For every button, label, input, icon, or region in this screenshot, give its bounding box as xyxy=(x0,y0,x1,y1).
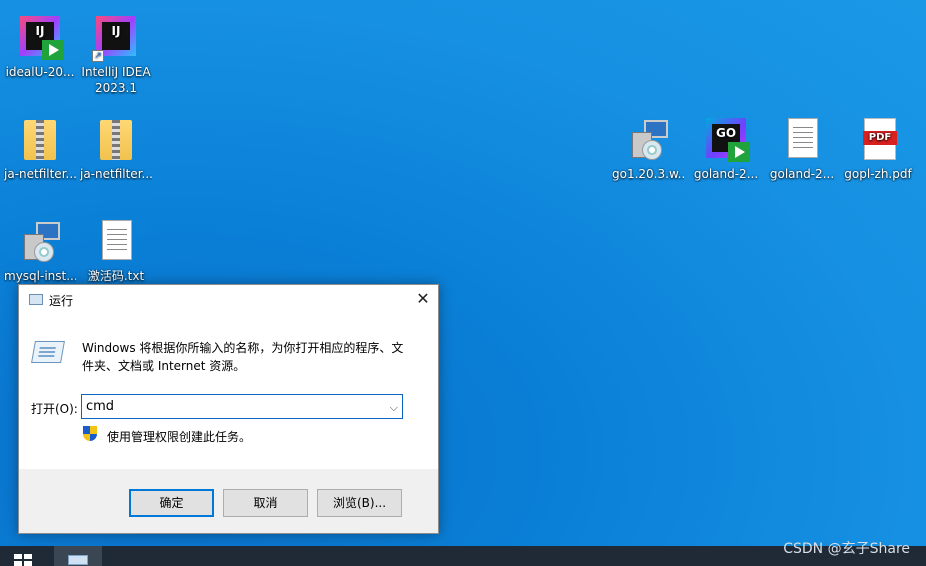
chevron-down-icon[interactable]: ⌵ xyxy=(390,401,398,415)
taskbar-run-app[interactable] xyxy=(54,546,102,566)
desktop-icon-label: ja-netfilter... xyxy=(80,167,152,181)
desktop-icon-label: 激活码.txt xyxy=(87,269,145,283)
run-app-icon xyxy=(68,555,88,565)
dialog-footer: 确定 取消 浏览(B)... xyxy=(19,469,438,533)
desktop-icon-go-installer[interactable]: go1.20.3.w... xyxy=(612,116,684,182)
desktop-icon-ja-netfilter-1[interactable]: ja-netfilter... xyxy=(4,116,76,182)
open-label: 打开(O): xyxy=(31,402,78,416)
uac-shield-icon xyxy=(83,426,97,442)
open-input-value[interactable]: cmd xyxy=(86,399,114,414)
run-app-icon xyxy=(29,294,43,305)
installer-icon xyxy=(22,220,62,264)
shortcut-arrow-icon: ↗ xyxy=(92,50,104,62)
desktop-icon-label: goland-2... xyxy=(693,167,759,181)
desktop-icon-label: goland-2... xyxy=(769,167,835,181)
run-window-icon xyxy=(31,341,65,363)
desktop-icon-label: idealU-20... xyxy=(5,65,75,79)
desktop-icon-intellij[interactable]: IJ ↗ IntelliJ IDEA 2023.1 xyxy=(80,14,152,96)
browse-button[interactable]: 浏览(B)... xyxy=(317,489,402,517)
desktop-icon-label: IntelliJ IDEA 2023.1 xyxy=(81,65,151,95)
desktop-icon-goland-2[interactable]: goland-2... xyxy=(766,116,838,182)
dialog-description: Windows 将根据你所输入的名称，为你打开相应的程序、文件夹、文档或 Int… xyxy=(82,341,404,373)
ok-button[interactable]: 确定 xyxy=(129,489,214,517)
desktop-icon-goland-1[interactable]: GO goland-2... xyxy=(690,116,762,182)
text-file-icon xyxy=(102,220,132,260)
cancel-button[interactable]: 取消 xyxy=(223,489,308,517)
admin-note: 使用管理权限创建此任务。 xyxy=(107,430,252,444)
desktop-icon-ja-netfilter-2[interactable]: ja-netfilter... xyxy=(80,116,152,182)
zip-folder-icon xyxy=(100,120,132,160)
desktop-icon-label: go1.20.3.w... xyxy=(612,167,684,181)
run-dialog: 运行 ✕ Windows 将根据你所输入的名称，为你打开相应的程序、文件夹、文档… xyxy=(18,284,439,534)
dialog-body: Windows 将根据你所输入的名称，为你打开相应的程序、文件夹、文档或 Int… xyxy=(19,315,438,469)
pdf-file-icon: PDF xyxy=(863,118,897,160)
dialog-title: 运行 xyxy=(49,294,74,308)
play-icon xyxy=(42,40,64,60)
installer-icon xyxy=(630,118,670,162)
open-input[interactable]: cmd ⌵ xyxy=(81,394,403,419)
watermark: CSDN @玄子Share xyxy=(783,541,910,557)
dialog-titlebar[interactable]: 运行 ✕ xyxy=(19,285,438,315)
desktop-icon-activation-txt[interactable]: 激活码.txt xyxy=(80,218,152,284)
zip-folder-icon xyxy=(24,120,56,160)
desktop-icon-mysql-installer[interactable]: mysql-inst... xyxy=(4,218,76,284)
desktop-icon-label: ja-netfilter... xyxy=(4,167,76,181)
play-icon xyxy=(728,142,750,162)
desktop-icon-ideaiu[interactable]: IJ idealU-20... xyxy=(4,14,76,80)
text-file-icon xyxy=(788,118,818,158)
desktop-icon-label: mysql-inst... xyxy=(4,269,76,283)
start-icon[interactable] xyxy=(14,554,34,566)
desktop-icon-label: gopl-zh.pdf xyxy=(844,167,912,181)
close-icon[interactable]: ✕ xyxy=(408,285,438,313)
desktop-icon-gopl-pdf[interactable]: PDF gopl-zh.pdf xyxy=(842,116,914,182)
